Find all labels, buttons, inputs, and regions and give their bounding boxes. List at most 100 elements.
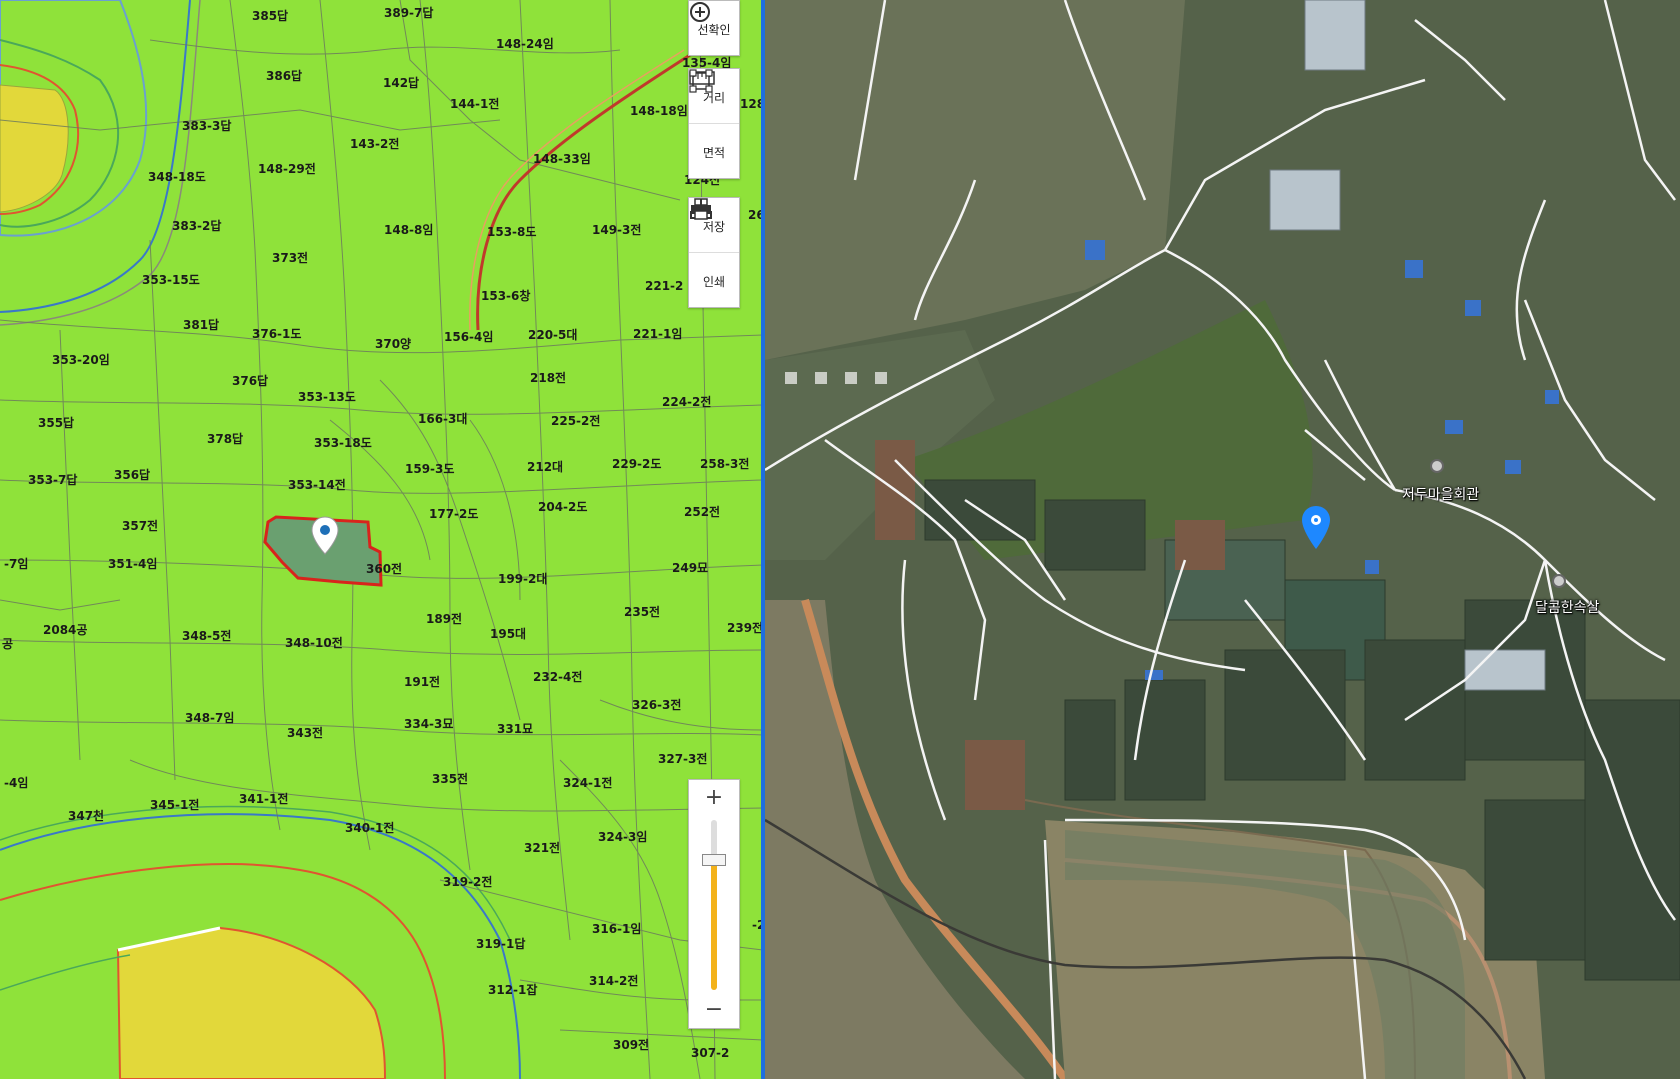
parcel-label: 378답	[207, 432, 244, 446]
parcel-label: 316-1임	[592, 922, 642, 936]
area-icon	[689, 69, 713, 93]
parcel-label: 252전	[684, 505, 721, 519]
parcel-label: 148-29전	[258, 162, 316, 176]
parcel-label: 199-2대	[498, 572, 548, 586]
parcel-label: 360전	[366, 562, 403, 576]
parcel-label: 324-1전	[563, 776, 613, 790]
parcel-label: 324-3임	[598, 830, 648, 844]
parcel-label: 189전	[426, 612, 463, 626]
parcel-label: 353-18도	[314, 436, 372, 450]
parcel-label: 공	[2, 637, 14, 651]
parcel-label: 312-1잡	[488, 983, 538, 997]
parcel-label: 218전	[530, 371, 567, 385]
toolbar-select-group: 선확인	[688, 0, 740, 56]
zoom-slider[interactable]	[702, 820, 726, 990]
parcel-label: 148-33임	[533, 152, 591, 166]
parcel-label: 340-1전	[345, 821, 395, 835]
parcel-label: 220-5대	[528, 328, 578, 342]
parcel-label: 351-4임	[108, 557, 158, 571]
parcel-label: 386답	[266, 69, 303, 83]
parcel-label: 148-8임	[384, 223, 434, 237]
parcel-label: 128	[740, 97, 763, 111]
save-label: 저장	[702, 219, 726, 234]
parcel-label: 221-2	[645, 279, 684, 293]
parcel-label: 353-20임	[52, 353, 110, 367]
parcel-label: 385답	[252, 9, 289, 23]
area-button[interactable]: 면적	[689, 69, 739, 178]
cadastral-map-canvas	[0, 0, 763, 1079]
parcel-label: 376-1도	[252, 327, 302, 341]
parcel-label: 343전	[287, 726, 324, 740]
parcel-label: 2084공	[43, 623, 88, 637]
parcel-label: 177-2도	[429, 507, 479, 521]
parcel-label: 204-2도	[538, 500, 588, 514]
zoom-in-icon	[690, 2, 710, 22]
printer-icon	[691, 198, 711, 220]
zoom-in-button[interactable]: +	[689, 782, 739, 812]
parcel-label: 149-3전	[592, 223, 642, 237]
parcel-label: 229-2도	[612, 457, 662, 471]
parcel-label: 319-1답	[476, 937, 526, 951]
poi-marker-icon[interactable]	[1552, 574, 1566, 588]
poi-marker-icon[interactable]	[1430, 459, 1444, 473]
parcel-label: 221-1임	[633, 327, 683, 341]
parcel-label: 235전	[624, 605, 661, 619]
parcel-label: 353-14전	[288, 478, 346, 492]
parcel-label: 309전	[613, 1038, 650, 1052]
parcel-label: 353-7답	[28, 473, 78, 487]
satellite-map-canvas	[765, 0, 1680, 1079]
select-button[interactable]: 선확인	[689, 1, 739, 55]
print-button[interactable]: 인쇄	[689, 198, 739, 307]
parcel-label: 348-7임	[185, 711, 235, 725]
parcel-label: 353-15도	[142, 273, 200, 287]
print-label: 인쇄	[702, 274, 726, 289]
toolbar-measure-group: 거리 면적	[688, 68, 740, 179]
parcel-label: 142답	[383, 76, 420, 90]
parcel-label: 156-4임	[444, 330, 494, 344]
parcel-label: 356답	[114, 468, 151, 482]
zoom-out-button[interactable]: −	[689, 994, 739, 1024]
parcel-label: 348-10전	[285, 636, 343, 650]
parcel-label: 321전	[524, 841, 561, 855]
parcel-label: 341-1전	[239, 792, 289, 806]
parcel-label: 355답	[38, 416, 75, 430]
parcel-label: 383-2답	[172, 219, 222, 233]
parcel-label: 191전	[404, 675, 441, 689]
parcel-label: 383-3답	[182, 119, 232, 133]
zoom-level-fill	[711, 860, 717, 990]
parcel-label: 212대	[527, 460, 564, 474]
parcel-label: 314-2전	[589, 974, 639, 988]
parcel-label: -4임	[4, 776, 29, 790]
parcel-label: 373전	[272, 251, 309, 265]
parcel-label: 258-3전	[700, 457, 750, 471]
parcel-label: 159-3도	[405, 462, 455, 476]
parcel-label: 345-1전	[150, 798, 200, 812]
location-pin-icon[interactable]	[310, 516, 340, 556]
parcel-label: 195대	[490, 627, 527, 641]
parcel-label: 249묘	[672, 561, 709, 575]
select-label: 선확인	[697, 22, 731, 37]
parcel-label: 144-1전	[450, 97, 500, 111]
cadastral-map[interactable]: 385답 389-7답 148-24임 135-4임 386답 142답 144-1전 148…	[0, 0, 763, 1079]
parcel-label: 348-5전	[182, 629, 232, 643]
place-label[interactable]: 저두마을회관	[1402, 484, 1479, 504]
parcel-label: 376답	[232, 374, 269, 388]
parcel-label: 319-2전	[443, 875, 493, 889]
satellite-map[interactable]: 저두마을회관달콤한속살	[765, 0, 1680, 1079]
parcel-label: 239전	[727, 621, 763, 635]
parcel-label: 357전	[122, 519, 159, 533]
zoom-slider-handle[interactable]	[702, 854, 726, 866]
toolbar-file-group: 저장 인쇄	[688, 197, 740, 308]
parcel-label: -7임	[4, 557, 29, 571]
place-label[interactable]: 달콤한속살	[1535, 597, 1599, 617]
parcel-label: 232-4전	[533, 670, 583, 684]
parcel-label: 307-2	[691, 1046, 730, 1060]
parcel-label: 166-3대	[418, 412, 468, 426]
zoom-control: + −	[688, 779, 740, 1029]
area-label: 면적	[702, 145, 726, 160]
parcel-label: 148-18임	[630, 104, 688, 118]
parcel-label: 347천	[68, 809, 105, 823]
parcel-label: 148-24임	[496, 37, 554, 51]
satellite-marker-icon[interactable]	[1300, 505, 1332, 551]
parcel-label: 370양	[375, 337, 412, 351]
